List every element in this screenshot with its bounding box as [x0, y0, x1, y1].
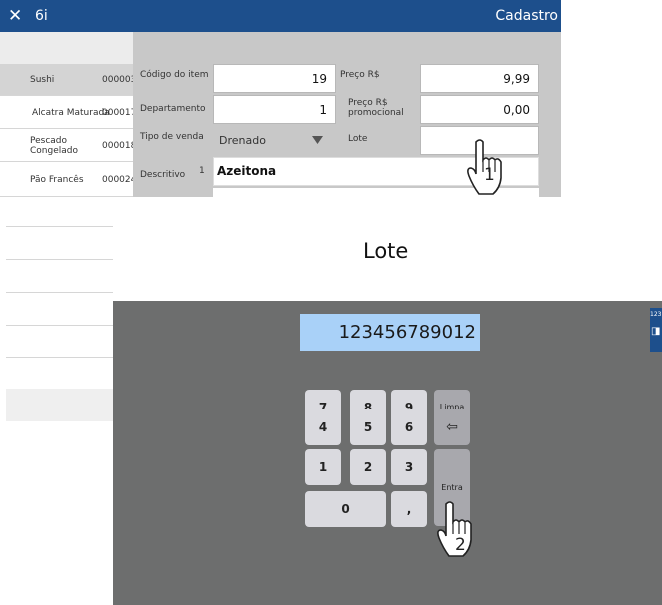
screen-title: Cadastro	[495, 8, 558, 24]
key-1[interactable]: 1	[305, 449, 341, 485]
list-divider	[6, 226, 113, 227]
key-3[interactable]: 3	[391, 449, 427, 485]
key-2[interactable]: 2	[350, 449, 386, 485]
descritivo-label: Descritivo	[140, 170, 186, 180]
lote-label: Lote	[348, 134, 368, 144]
item-code: 000003	[102, 74, 137, 85]
tipo-venda-select[interactable]: Drenado	[213, 126, 336, 155]
item-name: Sushi	[30, 74, 55, 85]
key-0[interactable]: 0	[305, 491, 386, 527]
codigo-field[interactable]: 19	[213, 64, 336, 93]
preco-promo-value: 0,00	[503, 103, 530, 117]
item-name: Pescado Congelado	[30, 135, 78, 156]
backspace-key[interactable]: ⇦	[434, 409, 470, 445]
key-4-real[interactable]: 4	[305, 409, 341, 445]
tipo-venda-label: Tipo de venda	[140, 132, 204, 142]
list-item-selected[interactable]	[6, 389, 113, 421]
codigo-value: 19	[311, 72, 327, 86]
sidebar-header	[0, 32, 133, 64]
list-divider	[6, 357, 113, 358]
step-1-number: 1	[484, 165, 495, 185]
tipo-venda-value: Drenado	[219, 134, 266, 147]
descritivo-value: Azeitona	[217, 164, 277, 178]
preco-promo-label-line2: promocional	[348, 108, 404, 118]
preco-label: Preço R$	[340, 70, 380, 80]
key-6[interactable]: 6	[391, 409, 427, 445]
preco-promo-label-line1: Preço R$	[348, 98, 388, 108]
list-divider	[6, 325, 113, 326]
departamento-label: Departamento	[140, 104, 206, 114]
preco-promo-label: Preço R$ promocional	[348, 98, 404, 118]
side-tab-label: 123	[650, 311, 662, 318]
list-item-pescado[interactable]: Pescado Congelado 000018	[0, 130, 137, 162]
side-tab[interactable]: 123 ◨	[650, 308, 662, 352]
keyboard-toggle-icon: ◨	[651, 326, 661, 337]
preco-value: 9,99	[503, 72, 530, 86]
close-icon[interactable]: ✕	[8, 6, 22, 26]
item-code: 000024	[102, 174, 137, 185]
list-divider	[6, 292, 113, 293]
list-divider	[6, 259, 113, 260]
departamento-field[interactable]: 1	[213, 95, 336, 124]
app-title: 6i	[35, 8, 48, 24]
step-2-number: 2	[455, 535, 466, 555]
descritivo-index: 1	[199, 166, 205, 176]
item-name: Alcatra Maturada	[32, 107, 110, 118]
list-item-pao[interactable]: Pão Francês 000024	[0, 163, 137, 197]
list-item-alcatra[interactable]: Alcatra Maturada 000017	[0, 97, 137, 129]
key-comma[interactable]: ,	[391, 491, 427, 527]
list-item-sushi[interactable]: Sushi 000003	[0, 64, 137, 96]
chevron-down-icon	[312, 136, 323, 144]
preco-promo-field[interactable]: 0,00	[420, 95, 539, 124]
item-code: 000017	[102, 107, 137, 118]
preco-field[interactable]: 9,99	[420, 64, 539, 93]
keypad-display: 123456789012	[300, 314, 480, 351]
keypad-title: Lote	[363, 239, 409, 263]
item-name: Pão Francês	[30, 174, 84, 185]
item-code: 000018	[102, 140, 137, 151]
title-bar: ✕ 6i Cadastro	[0, 0, 561, 32]
departamento-value: 1	[319, 103, 327, 117]
key-5[interactable]: 5	[350, 409, 386, 445]
codigo-label: Código do item	[140, 70, 209, 80]
